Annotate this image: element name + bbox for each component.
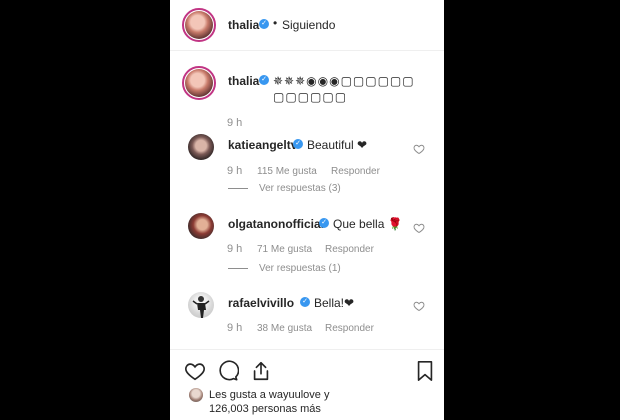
figure-silhouette-icon xyxy=(192,296,210,318)
commenter-avatar[interactable] xyxy=(188,134,214,160)
liked-by-line2[interactable]: 126,003 personas más xyxy=(209,402,321,416)
replies-line xyxy=(228,188,248,189)
reply-button[interactable]: Responder xyxy=(331,166,380,177)
comment-username[interactable]: olgatanonofficial xyxy=(228,217,324,231)
reply-button[interactable]: Responder xyxy=(325,244,374,255)
comment-likes[interactable]: 71 Me gusta xyxy=(257,244,312,255)
comment-time[interactable]: 9 h xyxy=(227,243,242,255)
comment-time[interactable]: 9 h xyxy=(227,165,242,177)
comment-text: Que bella 🌹 xyxy=(333,217,403,231)
caption-author-avatar[interactable] xyxy=(182,66,216,100)
verified-icon: ✓ xyxy=(259,19,269,29)
author-username[interactable]: thalia xyxy=(228,18,259,32)
comment-likes[interactable]: 38 Me gusta xyxy=(257,323,312,334)
comment-text: Beautiful ❤ xyxy=(307,138,368,152)
bookmark-icon[interactable] xyxy=(414,360,436,382)
replies-line xyxy=(228,268,248,269)
view-replies-button[interactable]: Ver respuestas (1) xyxy=(259,263,341,274)
heart-icon[interactable] xyxy=(184,360,206,382)
comment-text: Bella!❤ xyxy=(314,296,355,310)
share-icon[interactable] xyxy=(250,360,272,382)
comment-like-heart-icon[interactable] xyxy=(413,300,425,312)
verified-icon: ✓ xyxy=(259,75,269,85)
caption-text: ✵✵✵◉◉◉▢▢▢▢▢▢▢▢▢▢▢▢ xyxy=(273,74,415,104)
comment-like-heart-icon[interactable] xyxy=(413,143,425,155)
separator-dot: • xyxy=(273,16,278,30)
verified-icon: ✓ xyxy=(319,218,329,228)
comment-username[interactable]: katieangeltv xyxy=(228,138,297,152)
verified-icon: ✓ xyxy=(300,297,310,307)
comment-icon[interactable] xyxy=(217,360,239,382)
comment-username[interactable]: rafaelvivillo xyxy=(228,296,294,310)
view-replies-button[interactable]: Ver respuestas (3) xyxy=(259,183,341,194)
reply-button[interactable]: Responder xyxy=(325,323,374,334)
following-button[interactable]: Siguiendo xyxy=(282,18,335,32)
comment-likes[interactable]: 115 Me gusta xyxy=(257,166,317,177)
comment-like-heart-icon[interactable] xyxy=(413,222,425,234)
author-avatar[interactable] xyxy=(182,8,216,42)
liker-avatar[interactable] xyxy=(189,388,203,402)
comment-time[interactable]: 9 h xyxy=(227,322,242,334)
commenter-avatar[interactable] xyxy=(188,213,214,239)
liked-by-line1[interactable]: Les gusta a wayuulove y xyxy=(209,388,329,402)
actions-divider xyxy=(170,349,444,350)
caption-author-username[interactable]: thalia xyxy=(228,74,259,88)
verified-icon: ✓ xyxy=(293,139,303,149)
caption-time[interactable]: 9 h xyxy=(227,117,242,129)
post-panel: thalia ✓ • Siguiendo thalia ✓ ✵✵✵◉◉◉▢▢▢▢… xyxy=(170,0,444,420)
post-header: thalia ✓ • Siguiendo xyxy=(170,0,444,51)
